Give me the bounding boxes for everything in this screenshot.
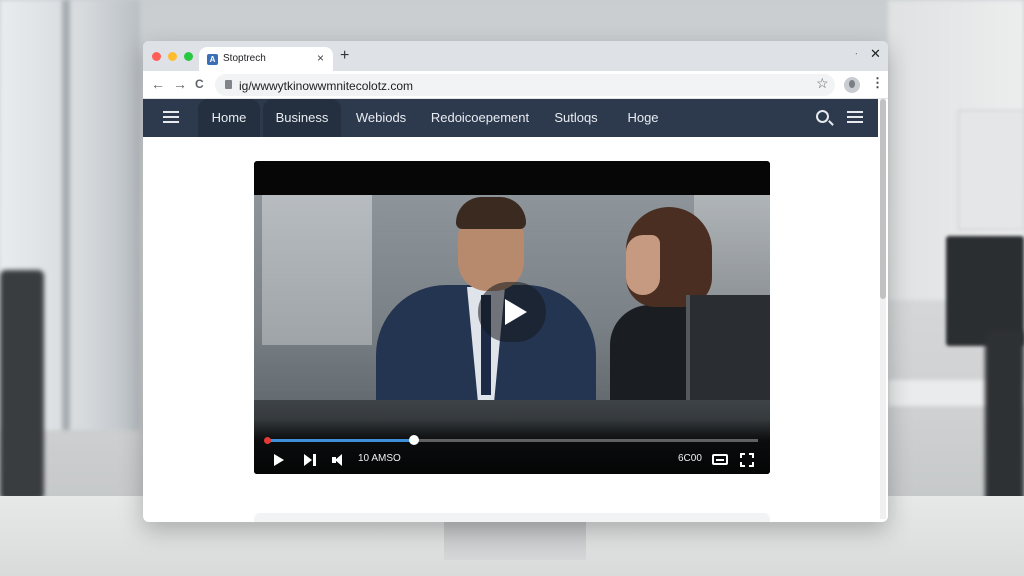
background-wall-art <box>958 110 1024 230</box>
new-tab-button[interactable]: + <box>340 47 349 65</box>
play-overlay-button[interactable] <box>478 282 546 342</box>
reload-icon[interactable]: C <box>195 77 204 91</box>
scrollbar-thumb[interactable] <box>880 99 886 299</box>
captions-icon[interactable] <box>712 454 728 465</box>
progress-scrubber[interactable] <box>408 435 419 445</box>
nav-item-sutloqs[interactable]: Sutloqs <box>539 99 613 137</box>
browser-menu-icon[interactable]: ⋮ <box>871 75 884 91</box>
address-bar[interactable]: ig/wwwytkinowwmnitecolotz.com <box>215 74 835 96</box>
menu-icon[interactable] <box>847 111 863 123</box>
volume-icon[interactable] <box>332 454 350 466</box>
minimize-window-button[interactable] <box>168 52 177 61</box>
nav-item-hoge[interactable]: Hoge <box>613 99 673 137</box>
play-icon[interactable] <box>274 454 284 466</box>
quality-label[interactable]: 6C00 <box>678 453 702 464</box>
hamburger-menu-icon[interactable] <box>163 111 179 123</box>
search-icon[interactable] <box>816 110 829 123</box>
site-navigation: Home Business Webiods Redoicoepement Sutloqs… <box>143 99 878 137</box>
tab-close-icon[interactable]: × <box>317 51 324 65</box>
fullscreen-icon[interactable] <box>740 453 754 467</box>
nav-item-business[interactable]: Business <box>263 99 341 137</box>
browser-tab[interactable]: A Stoptrech × <box>199 47 333 71</box>
tab-title: Stoptrech <box>223 53 266 64</box>
tab-bar: A Stoptrech × + ᐧ ✕ <box>143 41 888 71</box>
browser-window: A Stoptrech × + ᐧ ✕ ← → C ig/wwwytkinoww… <box>143 41 888 522</box>
background-chair <box>0 270 44 500</box>
nav-item-home[interactable]: Home <box>198 99 260 137</box>
skip-next-icon[interactable] <box>304 454 320 466</box>
video-player[interactable]: 10 AMSO 6C00 <box>254 161 770 474</box>
progress-bar[interactable] <box>264 435 758 445</box>
progress-start-marker <box>264 437 271 444</box>
profile-avatar-icon[interactable] <box>844 77 860 93</box>
window-close-icon[interactable]: ✕ <box>870 46 881 62</box>
window-controls-icon[interactable]: ᐧ <box>855 49 858 60</box>
page-scrollbar[interactable] <box>880 99 886 519</box>
browser-toolbar: ← → C ig/wwwytkinowwmnitecolotz.com ☆ ⋮ <box>143 71 888 99</box>
video-controls: 10 AMSO 6C00 <box>254 419 770 474</box>
back-icon[interactable]: ← <box>151 76 165 92</box>
close-window-button[interactable] <box>152 52 161 61</box>
lock-icon <box>225 80 232 89</box>
nav-item-redoicoepement[interactable]: Redoicoepement <box>425 99 535 137</box>
url-text[interactable]: ig/wwwytkinowwmnitecolotz.com <box>239 79 413 93</box>
forward-icon[interactable]: → <box>173 76 187 92</box>
progress-fill <box>266 439 414 442</box>
favicon-icon: A <box>207 54 218 65</box>
time-display: 10 AMSO <box>358 453 401 464</box>
content-card <box>254 513 770 522</box>
monitor-stand <box>444 520 586 560</box>
maximize-window-button[interactable] <box>184 52 193 61</box>
bookmark-star-icon[interactable]: ☆ <box>816 75 829 92</box>
background-chair <box>985 330 1024 510</box>
nav-item-webiods[interactable]: Webiods <box>343 99 419 137</box>
